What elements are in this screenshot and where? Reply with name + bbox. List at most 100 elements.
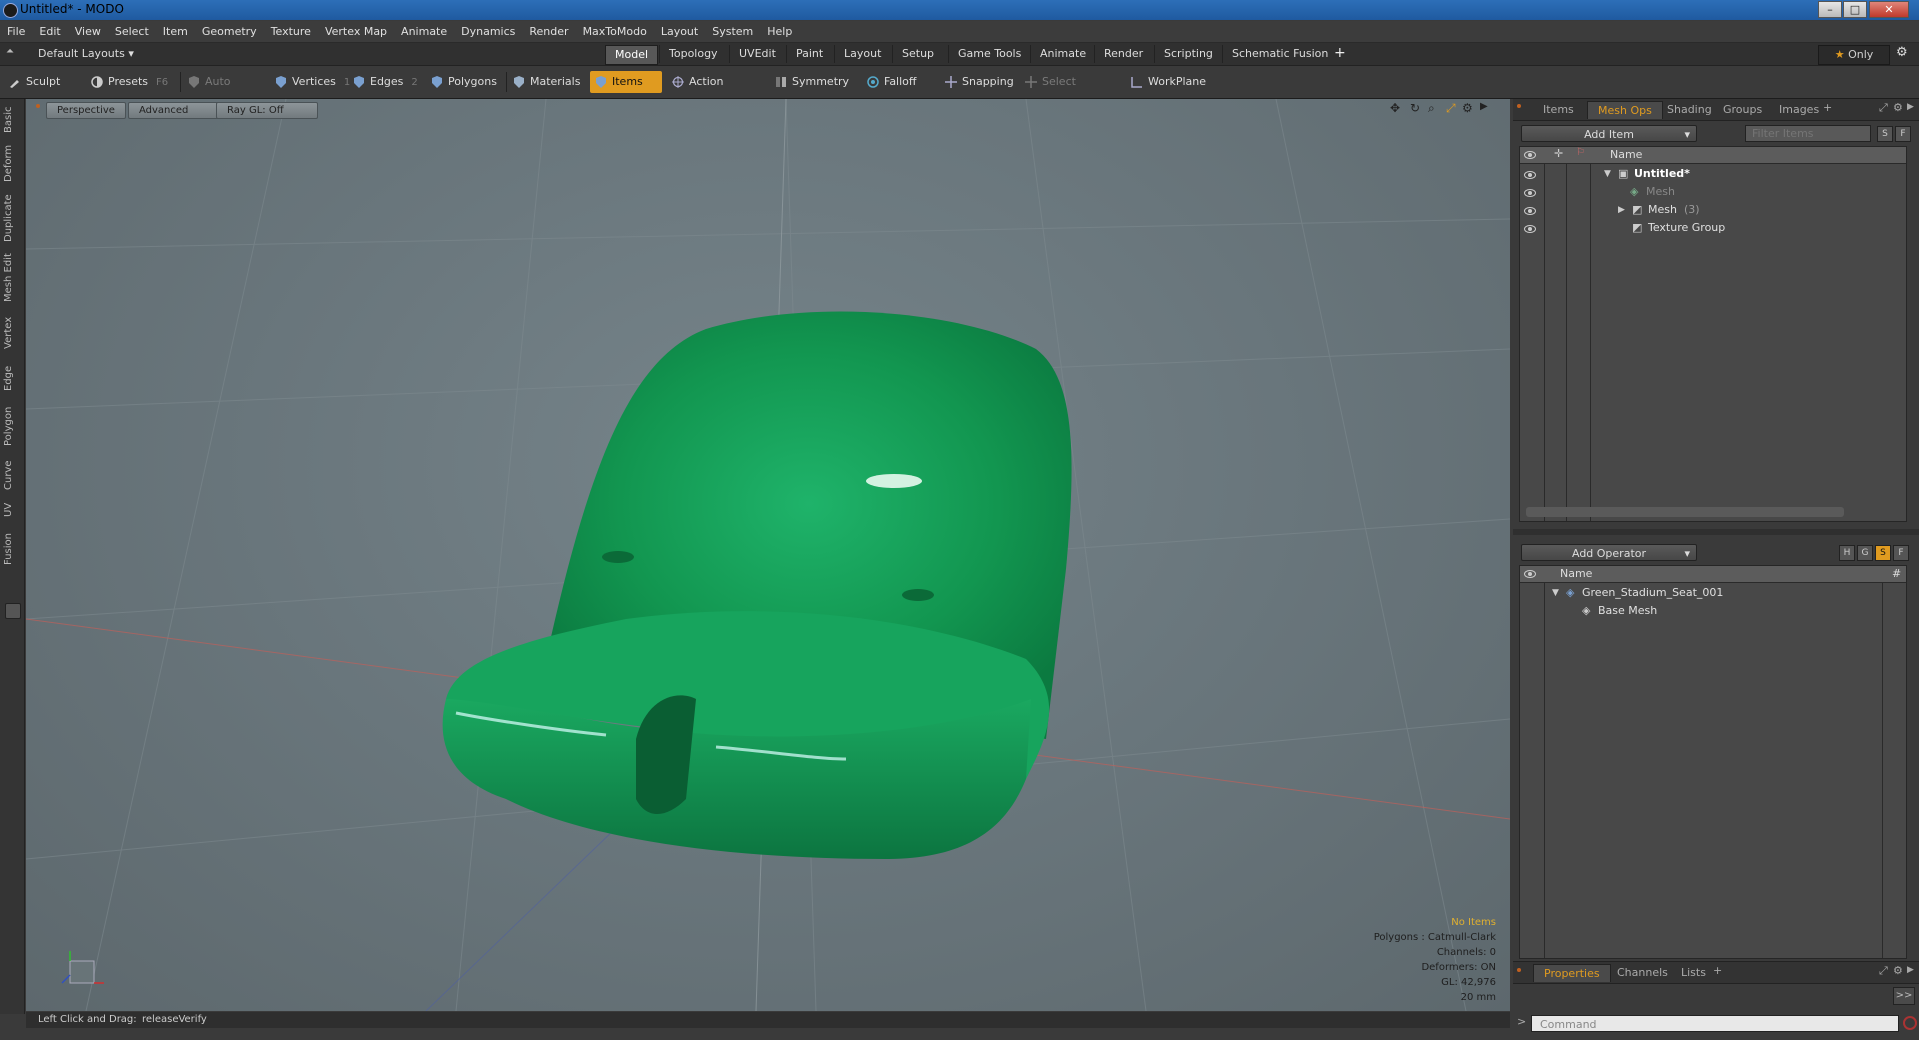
menu-file[interactable]: File — [0, 21, 32, 42]
materials-button[interactable]: Materials — [508, 71, 588, 93]
visibility-eye-icon[interactable] — [1524, 189, 1536, 197]
tab-curve[interactable]: Curve — [3, 457, 21, 493]
minimize-button[interactable]: – — [1818, 1, 1842, 18]
edges-button[interactable]: Edges 2 — [348, 71, 426, 93]
add-panel-tab-icon[interactable]: + — [1713, 964, 1722, 977]
menu-dynamics[interactable]: Dynamics — [454, 21, 522, 42]
item-list[interactable]: ✛ ⚐ Name ▼ ▣ Untitled* ◈ Mesh ▶ ◩ Mesh (… — [1519, 146, 1907, 522]
polygons-button[interactable]: Polygons — [426, 71, 502, 93]
tab-render[interactable]: Render — [1094, 45, 1152, 63]
tab-game-tools[interactable]: Game Tools — [948, 45, 1030, 63]
shading-mode-button[interactable]: Advanced — [128, 102, 220, 119]
tab-topology[interactable]: Topology — [659, 45, 727, 63]
menu-maxtomodo[interactable]: MaxToModo — [576, 21, 654, 42]
rotate-icon[interactable]: ↻ — [1410, 101, 1420, 115]
gear-icon[interactable]: ⚙ — [1896, 45, 1908, 60]
workplane-button[interactable]: WorkPlane — [1126, 71, 1206, 93]
tab-groups[interactable]: Groups — [1713, 101, 1772, 118]
menu-view[interactable]: View — [68, 21, 108, 42]
pan-icon[interactable]: ✥ — [1390, 101, 1400, 115]
menu-help[interactable]: Help — [760, 21, 799, 42]
visibility-eye-icon[interactable] — [1524, 207, 1536, 215]
tab-fusion[interactable]: Fusion — [3, 529, 21, 569]
panel-menu-dot-icon[interactable] — [1517, 104, 1521, 108]
menu-geometry[interactable]: Geometry — [195, 21, 264, 42]
menu-select[interactable]: Select — [108, 21, 156, 42]
filter-items-input[interactable] — [1745, 125, 1871, 142]
only-toggle[interactable]: ★ Only — [1818, 45, 1890, 65]
tab-edge[interactable]: Edge — [3, 361, 21, 395]
menu-edit[interactable]: Edit — [32, 21, 67, 42]
tab-properties[interactable]: Properties — [1533, 964, 1611, 982]
menu-item[interactable]: Item — [156, 21, 195, 42]
tab-uv[interactable]: UV — [3, 499, 21, 521]
tab-polygon[interactable]: Polygon — [3, 403, 21, 449]
panel-menu-dot-icon[interactable] — [1517, 968, 1521, 972]
tab-basic[interactable]: Basic — [3, 105, 21, 135]
expand-triangle-icon[interactable]: ▶ — [1618, 201, 1625, 219]
menu-render[interactable]: Render — [522, 21, 575, 42]
tab-scripting[interactable]: Scripting — [1154, 45, 1222, 63]
tab-vertex[interactable]: Vertex — [3, 313, 21, 353]
presets-button[interactable]: Presets F6 — [86, 71, 176, 93]
record-icon[interactable] — [1903, 1016, 1917, 1030]
viewport-menu-dot-icon[interactable] — [36, 104, 40, 108]
horizontal-scrollbar[interactable] — [1526, 507, 1844, 517]
s-button[interactable]: S — [1875, 545, 1891, 561]
tab-images[interactable]: Images — [1769, 101, 1829, 118]
expand-triangle-icon[interactable]: ▼ — [1604, 165, 1611, 183]
stadium-seat-model[interactable] — [442, 311, 1072, 859]
f-filter-button[interactable]: F — [1895, 126, 1911, 142]
panel-arrow-icon[interactable]: ▶ — [1907, 102, 1914, 112]
g-button[interactable]: G — [1857, 545, 1873, 561]
panel-splitter[interactable] — [1513, 529, 1919, 535]
h-button[interactable]: H — [1839, 545, 1855, 561]
tab-layout[interactable]: Layout — [834, 45, 890, 63]
expand-panel-icon[interactable]: ⤢ — [1879, 964, 1888, 978]
add-panel-tab-icon[interactable]: + — [1823, 101, 1832, 114]
item-row-mesh[interactable]: ◈ Mesh — [1520, 183, 1906, 201]
menu-vertex-map[interactable]: Vertex Map — [318, 21, 394, 42]
sculpt-button[interactable]: Sculpt — [4, 71, 82, 93]
operator-list[interactable]: Name # ▼ ◈ Green_Stadium_Seat_001 ◈ Base… — [1519, 565, 1907, 959]
layout-collapse-icon[interactable]: ⏶ — [6, 46, 14, 57]
symmetry-button[interactable]: Symmetry — [770, 71, 849, 93]
raygl-button[interactable]: Ray GL: Off — [216, 102, 318, 119]
add-operator-dropdown[interactable]: Add Operator ▾ — [1521, 544, 1697, 561]
close-button[interactable]: ✕ — [1869, 1, 1909, 18]
menu-texture[interactable]: Texture — [264, 21, 318, 42]
command-input[interactable]: Command — [1531, 1015, 1899, 1032]
viewport-gear-icon[interactable]: ⚙ — [1462, 101, 1473, 115]
3d-viewport[interactable] — [26, 99, 1510, 1011]
expand-panel-icon[interactable]: ⤢ — [1879, 101, 1888, 115]
tab-mesh-edit[interactable]: Mesh Edit — [3, 253, 21, 303]
tab-duplicate[interactable]: Duplicate — [3, 193, 21, 243]
menu-layout[interactable]: Layout — [654, 21, 705, 42]
view-mode-button[interactable]: Perspective — [46, 102, 126, 119]
viewport-arrow-icon[interactable]: ▶ — [1480, 101, 1488, 112]
add-item-dropdown[interactable]: Add Item ▾ — [1521, 125, 1697, 142]
falloff-button[interactable]: Falloff — [862, 71, 932, 93]
tab-channels[interactable]: Channels — [1607, 964, 1678, 981]
item-row-mesh-group[interactable]: ▶ ◩ Mesh (3) — [1520, 201, 1906, 219]
panel-arrow-icon[interactable]: ▶ — [1907, 965, 1914, 975]
select-through-button[interactable]: Select Through — [1020, 71, 1120, 110]
maximize-button[interactable]: □ — [1843, 1, 1867, 18]
expand-triangle-icon[interactable]: ▼ — [1552, 584, 1559, 602]
tab-schematic-fusion[interactable]: Schematic Fusion — [1222, 45, 1337, 63]
tab-setup[interactable]: Setup — [892, 45, 943, 63]
visibility-eye-icon[interactable] — [1524, 225, 1536, 233]
tab-mesh-ops[interactable]: Mesh Ops — [1587, 101, 1663, 119]
tab-items[interactable]: Items — [1533, 101, 1584, 118]
item-row-untitled[interactable]: ▼ ▣ Untitled* — [1520, 165, 1906, 183]
item-row-texture-group[interactable]: ◩ Texture Group — [1520, 219, 1906, 237]
tab-uvedit[interactable]: UVEdit — [729, 45, 785, 63]
zoom-icon[interactable]: ⌕ — [1428, 101, 1435, 116]
snapping-button[interactable]: Snapping — [940, 71, 1018, 93]
tab-lists[interactable]: Lists — [1671, 964, 1716, 981]
operator-row-base-mesh[interactable]: ◈ Base Mesh — [1520, 602, 1906, 620]
action-center-button[interactable]: Action Center — [667, 71, 765, 110]
visibility-eye-icon[interactable] — [1524, 171, 1536, 179]
tab-shading[interactable]: Shading — [1657, 101, 1722, 118]
f-button[interactable]: F — [1893, 545, 1909, 561]
